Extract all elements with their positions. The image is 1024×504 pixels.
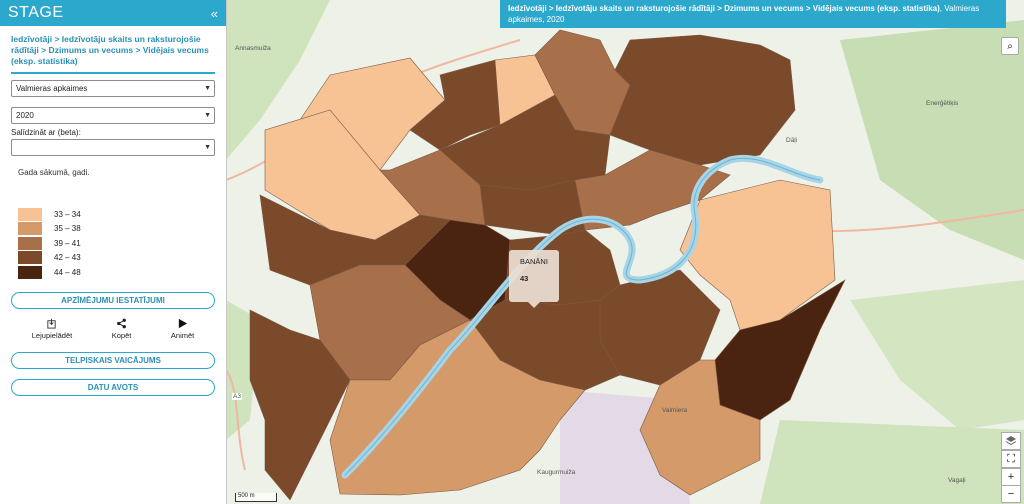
- legend-item: 44 – 48: [18, 265, 208, 280]
- legend-item: 42 – 43: [18, 251, 208, 266]
- copy-label: Kopēt: [111, 330, 132, 340]
- legend: 33 – 34 35 – 38 39 – 41 42 – 43 44 – 48: [18, 207, 208, 280]
- scale-bar: 500 m: [235, 493, 277, 502]
- legend-label: 35 – 38: [54, 224, 81, 234]
- legend-item: 33 – 34: [18, 207, 208, 222]
- map-title: Iedzīvotāji > Iedzīvotāju skaits un raks…: [500, 0, 1006, 28]
- choropleth-map[interactable]: [226, 0, 1024, 504]
- place-label: Dāļi: [786, 137, 798, 144]
- chevron-down-icon: ▼: [204, 144, 211, 151]
- legend-label: 33 – 34: [54, 209, 81, 219]
- play-icon: [178, 318, 188, 328]
- place-label: Annasmuiža: [235, 45, 271, 52]
- share-icon: [117, 318, 126, 328]
- divider: [11, 72, 215, 74]
- chevron-down-icon: ▼: [204, 112, 211, 119]
- spatial-query-button[interactable]: TELPISKAIS VAICĀJUMS: [11, 351, 215, 369]
- sidebar-header: STAGE «: [0, 0, 226, 26]
- download-button[interactable]: Lejupielādēt: [32, 318, 72, 340]
- action-bar: Lejupielādēt Kopēt Animēt: [12, 318, 214, 340]
- download-label: Lejupielādēt: [31, 330, 73, 340]
- chevron-down-icon: ▼: [204, 85, 211, 92]
- territory-select[interactable]: Valmieras apkaimes ▼: [11, 80, 215, 97]
- legend-label: 39 – 41: [54, 238, 81, 248]
- unit-note: Gada sākumā, gadi.: [18, 168, 90, 177]
- year-select[interactable]: 2020 ▼: [11, 107, 215, 124]
- map-title-path: Iedzīvotāji > Iedzīvotāju skaits un raks…: [508, 4, 940, 13]
- search-icon[interactable]: ⌕: [1001, 37, 1019, 55]
- popup-value: 43: [520, 274, 529, 283]
- zoom-in-button[interactable]: +: [1001, 468, 1021, 486]
- layers-icon[interactable]: [1001, 432, 1021, 450]
- legend-swatch: [18, 236, 42, 250]
- legend-item: 35 – 38: [18, 222, 208, 237]
- compare-label: Salīdzināt ar (beta):: [11, 128, 81, 137]
- animate-label: Animēt: [170, 330, 195, 340]
- collapse-sidebar-icon[interactable]: «: [211, 6, 218, 21]
- territory-select-value: Valmieras apkaimes: [16, 84, 88, 93]
- place-label: Valmiera: [662, 407, 688, 414]
- popup-pointer: [528, 302, 540, 308]
- road-label: A3: [232, 393, 242, 400]
- legend-swatch: [18, 207, 42, 221]
- legend-item: 39 – 41: [18, 236, 208, 251]
- legend-label: 44 – 48: [54, 267, 81, 277]
- forest-area: [760, 420, 1024, 504]
- animate-button[interactable]: Animēt: [171, 318, 194, 340]
- sidebar: STAGE « Iedzīvotāji > Iedzīvotāju skaits…: [0, 0, 227, 504]
- zoom-out-button[interactable]: −: [1001, 485, 1021, 503]
- place-label: Vagaļi: [948, 477, 966, 484]
- brand-logo: STAGE: [8, 4, 64, 21]
- map-popup: BANĀNI 43: [509, 250, 559, 308]
- legend-settings-button[interactable]: APZĪMĒJUMU IESTATĪJUMI: [11, 291, 215, 309]
- compare-select[interactable]: ▼: [11, 139, 215, 156]
- data-source-button[interactable]: DATU AVOTS: [11, 378, 215, 396]
- copy-button[interactable]: Kopēt: [111, 318, 132, 340]
- place-label: Kaugurmuiža: [537, 469, 576, 476]
- legend-swatch: [18, 222, 42, 236]
- legend-swatch: [18, 265, 42, 279]
- popup-name: BANĀNI: [520, 257, 548, 266]
- fullscreen-icon[interactable]: ⛶: [1001, 450, 1021, 468]
- map-view[interactable]: Annasmuiža Enerģētiķis Dāļi Kaugurmuiža …: [226, 0, 1024, 504]
- breadcrumb[interactable]: Iedzīvotāji > Iedzīvotāju skaits un raks…: [0, 26, 226, 67]
- layers-glyph: [1005, 436, 1017, 446]
- legend-swatch: [18, 251, 42, 265]
- download-icon: [47, 318, 57, 329]
- place-label: Enerģētiķis: [926, 100, 959, 107]
- legend-label: 42 – 43: [54, 253, 81, 263]
- year-select-value: 2020: [16, 111, 34, 120]
- neighbourhood[interactable]: [609, 34, 796, 166]
